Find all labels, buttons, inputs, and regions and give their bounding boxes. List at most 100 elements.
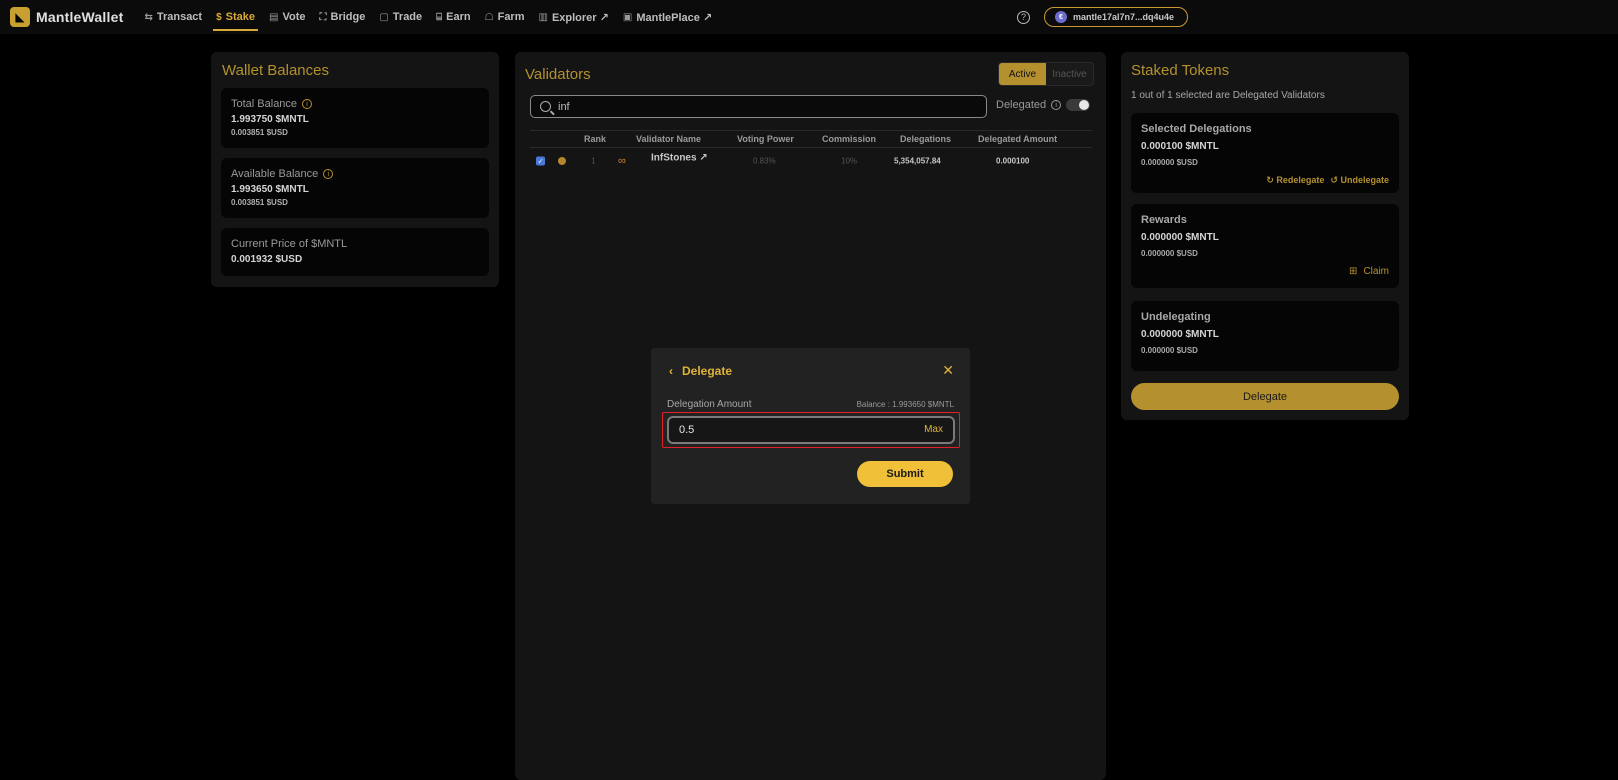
total-balance-card: Total Balance i 1.993750 $MNTL 0.003851 … [221, 88, 489, 148]
info-icon[interactable]: i [302, 99, 313, 109]
table-header: Rank Validator Name Voting Power Commiss… [530, 130, 1092, 148]
staked-tokens-panel: Staked Tokens 1 out of 1 selected are De… [1121, 52, 1409, 420]
redelegate-icon: ↻ [1266, 175, 1274, 185]
undelegating-usd: 0.000000 $USD [1141, 346, 1198, 355]
nav-trade[interactable]: ▢ Trade [372, 0, 429, 34]
col-validator-name[interactable]: Validator Name [636, 134, 701, 144]
nav-transact[interactable]: ⇆ Transact [137, 0, 209, 34]
tab-active[interactable]: Active [999, 63, 1046, 85]
selected-delegations-value: 0.000100 $MNTL [1141, 141, 1219, 152]
amount-field: Max [667, 416, 955, 444]
col-delegated-amount[interactable]: Delegated Amount [978, 134, 1057, 144]
col-rank[interactable]: Rank [584, 134, 606, 144]
back-chevron-icon[interactable]: ‹ [669, 364, 673, 378]
mantle-logo-icon: ◣ [10, 7, 30, 27]
delegate-button[interactable]: Delegate [1131, 383, 1399, 410]
col-voting-power[interactable]: Voting Power [737, 134, 794, 144]
search-icon [540, 101, 551, 112]
modal-balance: Balance : 1.993650 $MNTL [856, 400, 954, 409]
selected-delegations-card: Selected Delegations 0.000100 $MNTL 0.00… [1131, 113, 1399, 193]
nav-bridge[interactable]: ⛶ Bridge [313, 0, 373, 34]
undelegate-button[interactable]: ↺ Undelegate [1330, 175, 1389, 186]
delegate-modal: ‹ Delegate ✕ Delegation Amount Balance :… [651, 348, 970, 504]
help-icon[interactable]: ? [1017, 10, 1030, 24]
tab-inactive[interactable]: Inactive [1046, 63, 1093, 85]
rewards-value: 0.000000 $MNTL [1141, 232, 1219, 243]
wallet-avatar-icon: € [1055, 11, 1067, 23]
col-delegations[interactable]: Delegations [900, 134, 951, 144]
store-icon: ▣ [622, 11, 633, 23]
row-checkbox[interactable]: ✓ [536, 156, 545, 166]
close-icon[interactable]: ✕ [942, 362, 954, 379]
available-balance-label: Available Balance [231, 168, 319, 180]
staked-tokens-title: Staked Tokens [1131, 62, 1230, 79]
undelegating-card: Undelegating 0.000000 $MNTL 0.000000 $US… [1131, 301, 1399, 371]
wallet-balances-panel: Wallet Balances Total Balance i 1.993750… [211, 52, 499, 287]
col-commission[interactable]: Commission [822, 134, 876, 144]
row-rank: 1 [591, 156, 596, 166]
submit-button[interactable]: Submit [857, 461, 953, 487]
nav-mantleplace[interactable]: ▣ MantlePlace ↗ [616, 0, 719, 34]
claim-button[interactable]: ⊞ Claim [1349, 266, 1389, 277]
total-balance-value: 1.993750 $MNTL [231, 114, 309, 125]
price-value: 0.001932 $USD [231, 254, 303, 265]
max-button[interactable]: Max [924, 424, 943, 435]
delegated-toggle[interactable] [1066, 99, 1091, 111]
validators-title: Validators [525, 66, 591, 83]
nav-explorer[interactable]: ▥ Explorer ↗ [532, 0, 616, 34]
info-icon[interactable]: i [323, 169, 334, 179]
rewards-usd: 0.000000 $USD [1141, 249, 1198, 258]
validator-logo-icon: ∞ [618, 155, 626, 167]
selected-delegations-label: Selected Delegations [1141, 123, 1252, 135]
row-commission: 10% [841, 156, 858, 166]
bridge-icon: ⛶ [319, 11, 327, 23]
claim-icon: ⊞ [1349, 266, 1358, 277]
brand-name: MantleWallet [36, 9, 124, 25]
bag-icon: ▢ [379, 11, 389, 23]
redelegate-button[interactable]: ↻ Redelegate [1266, 175, 1324, 186]
nav-earn[interactable]: ⌸ Earn [429, 0, 477, 34]
status-dot-icon [558, 157, 566, 165]
table-row[interactable]: ✓ 1 ∞ InfStones ↗ 0.83% 10% 5,354,057.84… [530, 152, 1092, 170]
book-icon: ▥ [538, 11, 548, 23]
info-icon[interactable]: i [1051, 100, 1062, 110]
nav-farm[interactable]: ☖ Farm [478, 0, 532, 34]
delegated-filter: Delegated i [996, 99, 1091, 111]
available-balance-value: 1.993650 $MNTL [231, 184, 309, 195]
top-navbar: ◣ MantleWallet ⇆ Transact $ Stake ▤ Vote… [0, 0, 1618, 34]
wallet-address-button[interactable]: € mantle17al7n7...dq4u4e [1044, 7, 1188, 27]
nav-stake[interactable]: $ Stake [209, 0, 262, 34]
price-card: Current Price of $MNTL 0.001932 $USD [221, 228, 489, 276]
earn-icon: ⌸ [436, 11, 443, 23]
validator-status-toggle: Active Inactive [998, 62, 1094, 86]
available-balance-usd: 0.003851 $USD [231, 198, 288, 207]
validator-name-link[interactable]: InfStones ↗ [651, 153, 708, 164]
undelegate-icon: ↺ [1330, 175, 1338, 185]
row-delegated-amount: 0.000100 [996, 156, 1030, 166]
total-balance-label: Total Balance [231, 98, 298, 110]
delegated-label: Delegated [996, 99, 1047, 111]
farm-icon: ☖ [484, 11, 494, 23]
undelegating-value: 0.000000 $MNTL [1141, 329, 1219, 340]
modal-title: Delegate [682, 364, 733, 378]
price-label: Current Price of $MNTL [231, 238, 348, 250]
total-balance-usd: 0.003851 $USD [231, 128, 288, 137]
staked-subtitle: 1 out of 1 selected are Delegated Valida… [1131, 90, 1325, 101]
rewards-card: Rewards 0.000000 $MNTL 0.000000 $USD ⊞ C… [1131, 204, 1399, 288]
ballot-icon: ▤ [269, 11, 279, 23]
brand[interactable]: ◣ MantleWallet [10, 7, 123, 27]
undelegating-label: Undelegating [1141, 311, 1211, 323]
dollar-icon: $ [216, 11, 222, 23]
validator-search [530, 95, 987, 118]
delegation-amount-input[interactable] [679, 424, 899, 436]
row-voting-power: 0.83% [753, 156, 776, 166]
row-delegations: 5,354,057.84 [894, 156, 941, 166]
nav-vote[interactable]: ▤ Vote [262, 0, 312, 34]
nav-right: ? € mantle17al7n7...dq4u4e [1017, 6, 1188, 28]
wallet-balances-title: Wallet Balances [222, 62, 329, 79]
rewards-label: Rewards [1141, 214, 1187, 226]
available-balance-card: Available Balance i 1.993650 $MNTL 0.003… [221, 158, 489, 218]
selected-delegations-usd: 0.000000 $USD [1141, 158, 1198, 167]
search-input[interactable] [558, 100, 958, 113]
transfer-icon: ⇆ [144, 11, 153, 23]
